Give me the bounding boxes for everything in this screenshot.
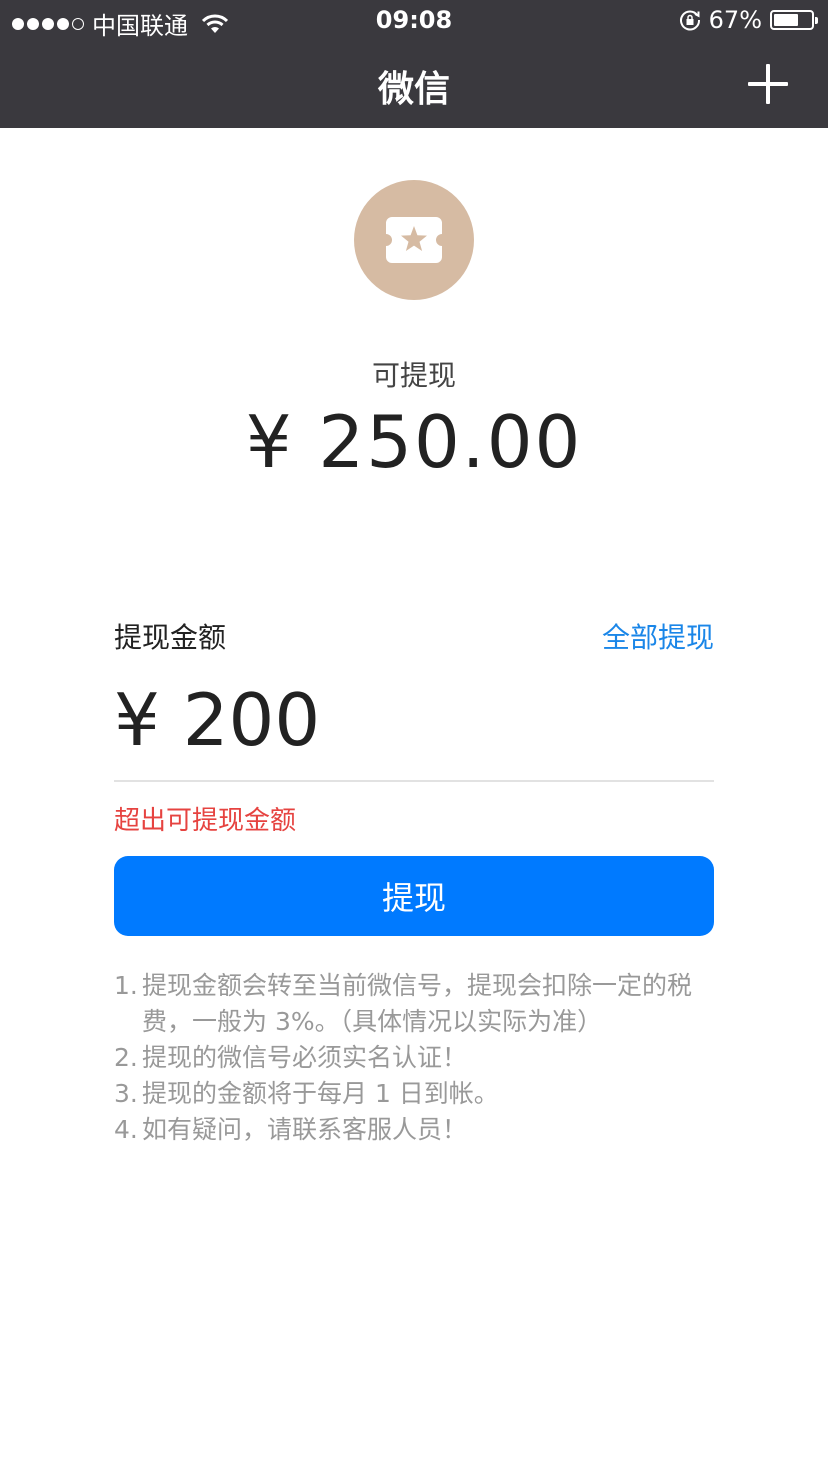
battery-fill — [774, 14, 799, 26]
status-right: 67% — [679, 6, 818, 34]
note-item: 2. 提现的微信号必须实名认证！ — [114, 1040, 714, 1076]
error-message: 超出可提现金额 — [114, 806, 297, 836]
withdraw-amount-input[interactable]: ¥ 200 — [114, 678, 320, 762]
note-text: 如有疑问，请联系客服人员！ — [142, 1115, 468, 1144]
battery-percent: 67% — [708, 6, 762, 34]
wallet-icon-circle — [354, 180, 474, 300]
note-text: 提现的微信号必须实名认证！ — [142, 1043, 468, 1072]
nav-bar: 微信 — [0, 42, 828, 128]
rotation-lock-icon — [679, 10, 700, 31]
page-title: 微信 — [377, 69, 450, 110]
note-text: 提现金额会转至当前微信号，提现会扣除一定的税费，一般为 3%。（具体情况以实际为… — [142, 971, 693, 1036]
note-number: 4. — [114, 1115, 138, 1144]
note-number: 3. — [114, 1079, 138, 1108]
note-number: 1. — [114, 971, 138, 1000]
notes-list: 1. 提现金额会转至当前微信号，提现会扣除一定的税费，一般为 3%。（具体情况以… — [114, 968, 714, 1148]
withdraw-amount-label: 提现金额 — [114, 621, 227, 654]
note-text: 提现的金额将于每月 1 日到帐。 — [142, 1079, 499, 1108]
withdraw-all-link[interactable]: 全部提现 — [602, 616, 714, 656]
top-bar: 中国联通 09:08 67% 微信 — [0, 0, 828, 128]
available-label: 可提现 — [371, 359, 456, 392]
ticket-star-icon — [386, 217, 442, 263]
note-item: 4. 如有疑问，请联系客服人员！ — [114, 1112, 714, 1148]
status-bar: 中国联通 09:08 67% — [0, 0, 828, 42]
note-item: 3. 提现的金额将于每月 1 日到帐。 — [114, 1076, 714, 1112]
plus-icon[interactable] — [748, 64, 788, 104]
input-divider — [114, 780, 714, 782]
note-number: 2. — [114, 1043, 138, 1072]
withdraw-button[interactable]: 提现 — [114, 856, 714, 936]
battery-icon — [770, 10, 818, 30]
note-item: 1. 提现金额会转至当前微信号，提现会扣除一定的税费，一般为 3%。（具体情况以… — [114, 968, 714, 1040]
available-amount: ¥ 250.00 — [245, 400, 583, 484]
